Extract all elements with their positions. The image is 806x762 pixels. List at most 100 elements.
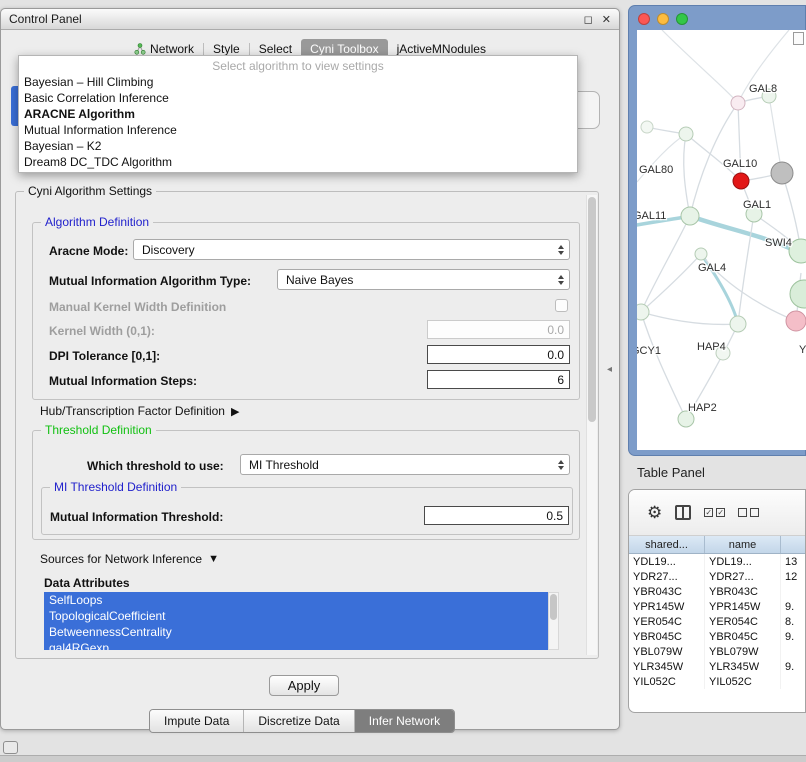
column-header[interactable]: shared... — [629, 536, 705, 553]
algorithm-popup-item[interactable]: ARACNE Algorithm — [19, 106, 577, 122]
table-row[interactable]: YBR043CYBR043C — [629, 584, 805, 599]
network-edge[interactable] — [641, 216, 690, 312]
status-strip — [0, 755, 806, 762]
algorithm-popup-item[interactable]: Basic Correlation Inference — [19, 90, 577, 106]
data-attribute-item[interactable]: BetweennessCentrality — [44, 624, 548, 640]
tab-impute-data[interactable]: Impute Data — [150, 710, 243, 732]
network-node[interactable] — [790, 280, 806, 308]
apply-button[interactable]: Apply — [269, 675, 339, 696]
manual-kernel-checkbox[interactable] — [555, 299, 568, 312]
gear-icon[interactable]: ⚙ — [647, 504, 662, 521]
which-threshold-select[interactable]: MI Threshold — [240, 454, 570, 475]
data-attribute-item[interactable]: TopologicalCoefficient — [44, 608, 548, 624]
algorithm-popup-item[interactable]: Bayesian – K2 — [19, 138, 577, 154]
network-node-label: GAL80 — [639, 164, 673, 176]
table-cell: YPR145W — [629, 599, 705, 614]
table-body: YDL19...YDL19...13YDR27...YDR27...12YBR0… — [629, 554, 805, 689]
table-cell: YBL079W — [705, 644, 781, 659]
minimize-traffic-light[interactable] — [657, 13, 669, 25]
network-edge[interactable] — [641, 254, 701, 312]
select-all-columns-icon[interactable]: ✓ ✓ — [704, 508, 725, 517]
zoom-traffic-light[interactable] — [676, 13, 688, 25]
table-row[interactable]: YLR345WYLR345W9. — [629, 659, 805, 674]
network-edge[interactable] — [662, 30, 738, 103]
column-header[interactable]: name — [705, 536, 781, 553]
mi-threshold-group: MI Threshold Definition Mutual Informati… — [41, 487, 573, 535]
network-node[interactable] — [679, 127, 693, 141]
table-panel-title: Table Panel — [637, 465, 705, 480]
data-attribute-item[interactable]: SelfLoops — [44, 592, 548, 608]
network-node[interactable] — [731, 96, 745, 110]
unchecked-box-icon — [750, 508, 759, 517]
tab-label: jActiveMNodules — [397, 42, 486, 56]
network-node[interactable] — [771, 162, 793, 184]
window-buttons: ◻ ✕ — [584, 13, 611, 26]
algorithm-popup-item[interactable]: Mutual Information Inference — [19, 122, 577, 138]
network-node-label: GAL1 — [743, 199, 771, 211]
network-node-label: GAL8 — [749, 83, 777, 95]
dpi-tolerance-field[interactable]: 0.0 — [427, 345, 570, 364]
mi-algorithm-type-select[interactable]: Naive Bayes — [277, 269, 570, 290]
deselect-all-columns-icon[interactable] — [738, 508, 759, 517]
float-window-icon[interactable]: ◻ — [584, 13, 593, 26]
combo-stepper-icon — [558, 245, 564, 255]
column-manager-icon[interactable] — [675, 505, 691, 520]
sources-disclosure[interactable]: Sources for Network Inference ▼ — [40, 552, 219, 566]
aracne-mode-label: Aracne Mode: — [49, 244, 128, 258]
network-node[interactable] — [681, 207, 699, 225]
network-edge[interactable] — [684, 134, 690, 216]
table-row[interactable]: YER054CYER054C8. — [629, 614, 805, 629]
close-traffic-light[interactable] — [638, 13, 650, 25]
data-attribute-item[interactable]: gal4RGexp — [44, 640, 548, 650]
mi-steps-label: Mutual Information Steps: — [49, 374, 197, 388]
network-node[interactable] — [786, 311, 806, 331]
table-cell: YBL079W — [629, 644, 705, 659]
network-edge[interactable] — [641, 312, 738, 324]
network-node[interactable] — [695, 248, 707, 260]
network-canvas[interactable]: GAL8GAL80GAL10GAL11GAL1SWI4GAL4GCY1HAP4H… — [637, 30, 806, 450]
close-window-icon[interactable]: ✕ — [602, 13, 611, 26]
table-row[interactable]: YIL052CYIL052C — [629, 674, 805, 689]
network-edge[interactable] — [641, 312, 686, 419]
kernel-width-field[interactable]: 0.0 — [427, 320, 570, 339]
aracne-mode-select[interactable]: Discovery — [133, 239, 570, 260]
network-node[interactable] — [730, 316, 746, 332]
algorithm-popup-item[interactable]: Dream8 DC_TDC Algorithm — [19, 154, 577, 170]
network-node[interactable] — [637, 304, 649, 320]
mi-threshold-field[interactable]: 0.5 — [424, 506, 569, 525]
splitpane-collapse-icon[interactable]: ◂ — [607, 364, 612, 375]
tab-label: Style — [213, 42, 240, 56]
data-attributes-scrollbar[interactable] — [548, 592, 559, 650]
network-node[interactable] — [733, 173, 749, 189]
table-row[interactable]: YDL19...YDL19...13 — [629, 554, 805, 569]
network-edge[interactable] — [769, 96, 782, 173]
data-attributes-list[interactable]: SelfLoopsTopologicalCoefficientBetweenne… — [44, 592, 548, 650]
data-attributes-scrollbar-thumb[interactable] — [550, 594, 557, 620]
expanded-arrow-icon: ▼ — [208, 553, 219, 565]
settings-group-title: Cyni Algorithm Settings — [24, 184, 156, 198]
algorithm-popup-item[interactable]: Bayesian – Hill Climbing — [19, 74, 577, 90]
settings-scrollbar-thumb[interactable] — [588, 197, 596, 422]
table-cell: YBR043C — [705, 584, 781, 599]
mi-steps-field[interactable]: 6 — [427, 370, 570, 389]
column-header[interactable] — [781, 536, 806, 553]
tab-discretize-data[interactable]: Discretize Data — [243, 710, 353, 732]
settings-scrollbar[interactable] — [586, 195, 597, 655]
minimized-panel-chip[interactable] — [3, 741, 18, 754]
tab-label: Network — [150, 42, 194, 56]
algorithm-definition-group: Algorithm Definition Aracne Mode: Discov… — [32, 222, 580, 400]
mi-threshold-label: Mutual Information Threshold: — [50, 510, 223, 524]
table-row[interactable]: YDR27...YDR27...12 — [629, 569, 805, 584]
hub-definition-disclosure[interactable]: Hub/Transcription Factor Definition ▶ — [40, 404, 239, 418]
table-row[interactable]: YBR045CYBR045C9. — [629, 629, 805, 644]
manual-kernel-label: Manual Kernel Width Definition — [49, 300, 226, 314]
control-panel-titlebar[interactable]: Control Panel ◻ ✕ — [1, 9, 619, 30]
network-node[interactable] — [641, 121, 653, 133]
table-row[interactable]: YPR145WYPR145W9. — [629, 599, 805, 614]
table-cell: YDR27... — [705, 569, 781, 584]
birdseye-toggle[interactable] — [793, 32, 804, 45]
tab-infer-network[interactable]: Infer Network — [354, 710, 454, 732]
network-view-window: GAL8GAL80GAL10GAL11GAL1SWI4GAL4GCY1HAP4H… — [628, 5, 806, 456]
table-row[interactable]: YBL079WYBL079W — [629, 644, 805, 659]
network-node-label: HAP4 — [697, 341, 726, 353]
